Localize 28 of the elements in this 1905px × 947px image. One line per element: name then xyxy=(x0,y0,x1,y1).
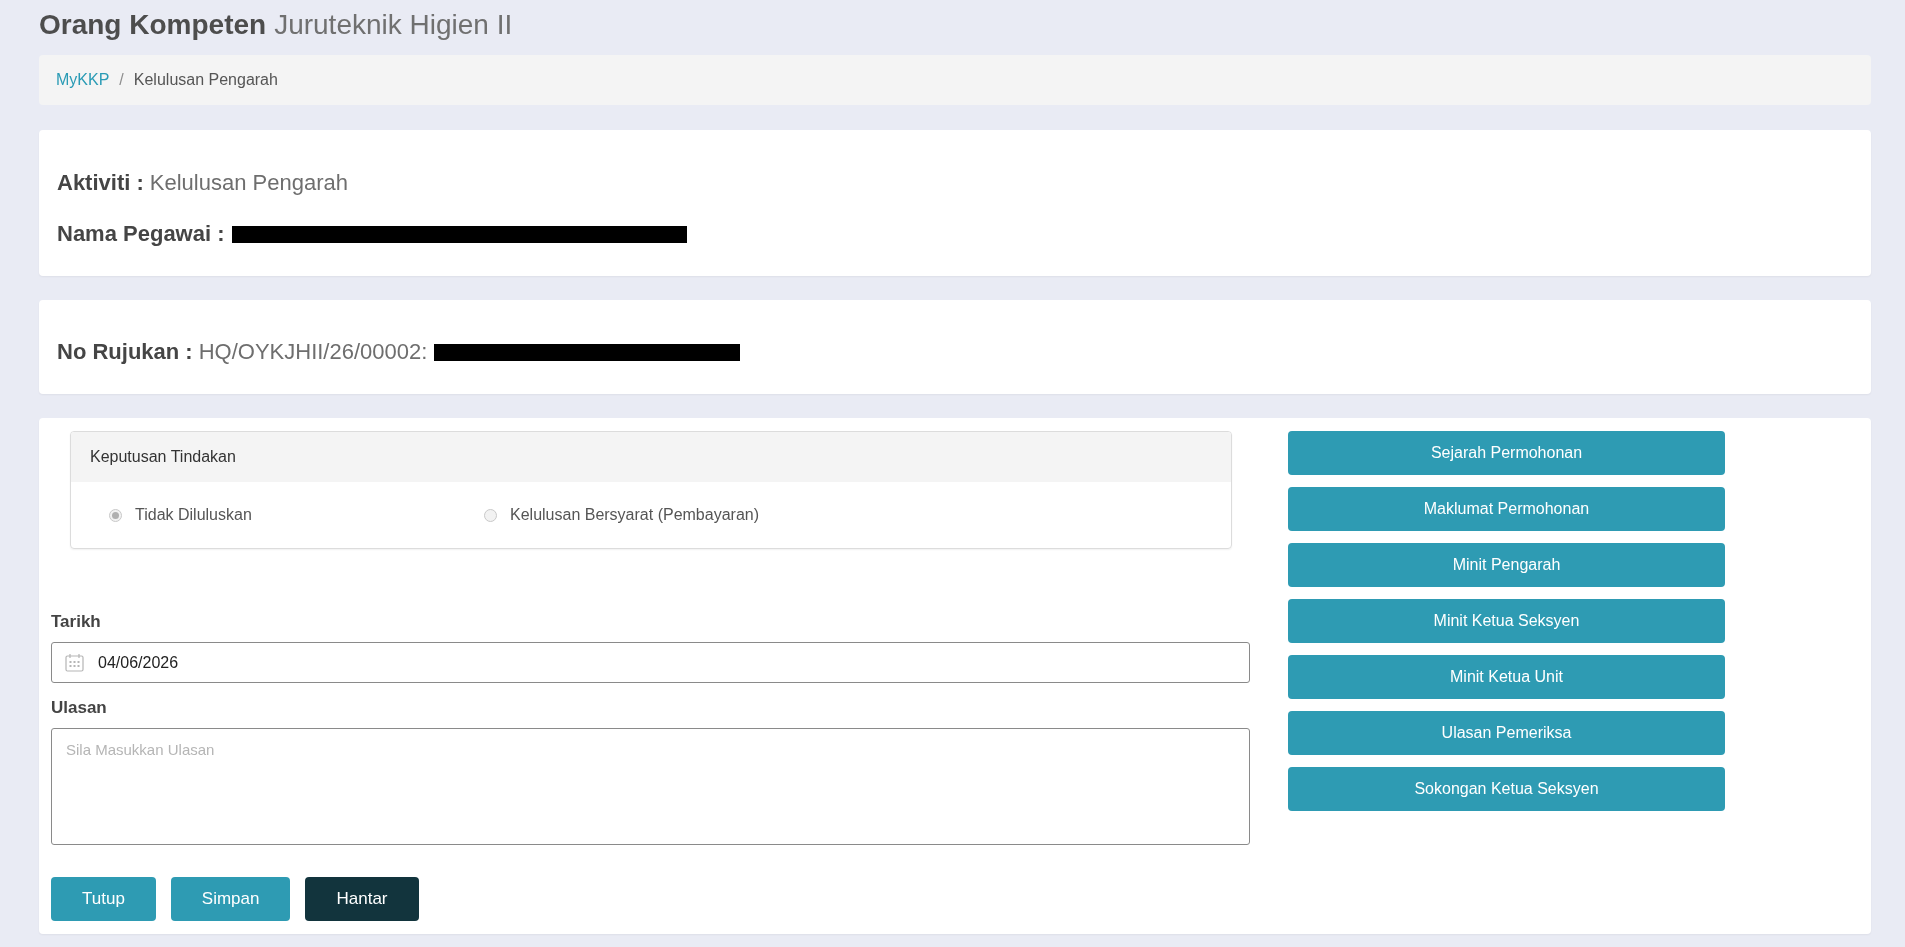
field-label: Ulasan xyxy=(51,698,107,718)
remarks-field[interactable]: Sila Masukkan Ulasan xyxy=(51,728,1250,845)
radio-label: Tidak Diluluskan xyxy=(135,506,252,524)
action-button[interactable]: Tutup xyxy=(51,877,156,921)
breadcrumb-separator: / xyxy=(118,70,125,90)
field-label: No Rujukan : xyxy=(57,338,193,366)
breadcrumb-link[interactable]: MyKKP xyxy=(56,70,110,90)
field-value: Kelulusan Pengarah xyxy=(149,169,348,197)
field-label: Aktiviti : xyxy=(57,169,144,197)
breadcrumb-current: Kelulusan Pengarah xyxy=(133,70,278,90)
side-button[interactable]: Sokongan Ketua Seksyen xyxy=(1288,767,1725,811)
calendar-icon xyxy=(65,653,84,672)
action-button[interactable]: Simpan xyxy=(170,877,291,921)
field-label: Tarikh xyxy=(51,612,101,632)
side-button[interactable]: Minit Ketua Seksyen xyxy=(1288,599,1725,643)
page-subtitle: Juruteknik Higien II xyxy=(274,8,513,42)
side-button[interactable]: Minit Ketua Unit xyxy=(1288,655,1725,699)
submit-button[interactable]: Hantar xyxy=(305,877,419,921)
date-field[interactable]: 04/06/2026 xyxy=(51,642,1250,683)
panel-header: Keputusan Tindakan xyxy=(71,432,1231,482)
side-button[interactable]: Ulasan Pemeriksa xyxy=(1288,711,1725,755)
side-button[interactable]: Maklumat Permohonan xyxy=(1288,487,1725,531)
side-button[interactable]: Sejarah Permohonan xyxy=(1288,431,1725,475)
page-title: Orang Kompeten xyxy=(39,8,267,42)
field-value: HQ/OYKJHII/26/00002: xyxy=(198,338,428,366)
radio-label: Kelulusan Bersyarat (Pembayaran) xyxy=(510,506,759,524)
side-button[interactable]: Minit Pengarah xyxy=(1288,543,1725,587)
field-label: Nama Pegawai : xyxy=(57,220,225,248)
